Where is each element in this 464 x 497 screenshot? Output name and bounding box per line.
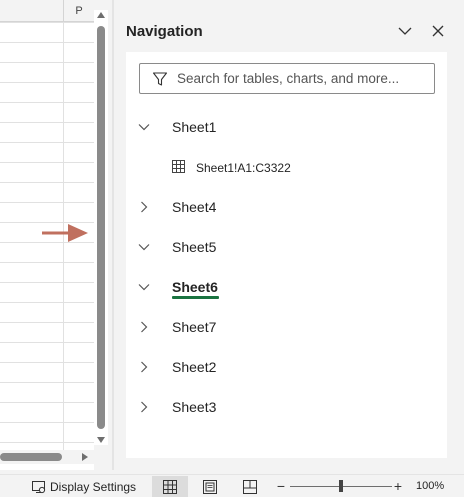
zoom-level[interactable]: 100% (416, 480, 444, 492)
close-pane-button[interactable] (429, 22, 447, 40)
zoom-in-button[interactable]: + (392, 478, 404, 494)
spreadsheet-grid[interactable]: P (0, 0, 94, 470)
grid-view-icon (163, 479, 177, 494)
nav-item-label: Sheet2 (172, 359, 217, 375)
page-break-view-button[interactable] (232, 476, 268, 497)
scroll-right-icon[interactable] (80, 452, 90, 462)
nav-item-sheet1[interactable]: Sheet1 (126, 107, 447, 147)
normal-view-button[interactable] (152, 476, 188, 497)
scroll-up-icon[interactable] (96, 10, 106, 20)
nav-item-sheet4[interactable]: Sheet4 (126, 187, 447, 227)
scroll-down-icon[interactable] (96, 435, 106, 445)
page-layout-icon (203, 479, 217, 494)
zoom-slider-thumb[interactable] (339, 480, 343, 492)
nav-item-sheet1-range[interactable]: Sheet1!A1:C3322 (126, 147, 447, 187)
nav-item-sheet6[interactable]: Sheet6 (126, 267, 447, 307)
navigation-pane: Navigation Sheet1 (114, 0, 464, 470)
column-header-p[interactable]: P (64, 5, 94, 17)
vertical-scroll-thumb[interactable] (97, 26, 105, 429)
nav-item-label: Sheet7 (172, 319, 217, 335)
filter-icon (152, 71, 168, 86)
nav-item-sheet5[interactable]: Sheet5 (126, 227, 447, 267)
navigation-tree: Sheet1 Sheet1!A1:C3322 Sheet4 Sheet5 She… (126, 107, 447, 427)
nav-item-label: Sheet1 (172, 119, 217, 135)
chevron-right-icon[interactable] (138, 361, 150, 373)
nav-item-sheet3[interactable]: Sheet3 (126, 387, 447, 427)
chevron-right-icon[interactable] (138, 321, 150, 333)
horizontal-scrollbar[interactable] (0, 450, 94, 464)
navigation-title: Navigation (126, 23, 203, 40)
navigation-search-input[interactable] (177, 64, 434, 93)
chevron-down-icon (398, 27, 412, 35)
zoom-out-button[interactable]: − (275, 478, 287, 494)
navigation-search-box[interactable] (139, 63, 435, 94)
status-bar: Display Settings − + 100% (0, 474, 464, 497)
page-break-icon (243, 479, 257, 494)
nav-subitem-label: Sheet1!A1:C3322 (196, 161, 291, 175)
vertical-scrollbar[interactable] (94, 10, 108, 445)
chevron-down-icon[interactable] (138, 281, 150, 293)
chevron-right-icon[interactable] (138, 401, 150, 413)
active-sheet-underline (172, 296, 219, 299)
chevron-down-icon[interactable] (138, 241, 150, 253)
chevron-right-icon[interactable] (138, 201, 150, 213)
close-icon (432, 25, 444, 37)
chevron-down-icon[interactable] (138, 121, 150, 133)
navigation-content: Sheet1 Sheet1!A1:C3322 Sheet4 (126, 52, 447, 458)
nav-item-label: Sheet5 (172, 239, 217, 255)
nav-item-label: Sheet3 (172, 399, 217, 415)
page-layout-view-button[interactable] (192, 476, 228, 497)
display-settings-label: Display Settings (50, 480, 137, 494)
display-settings-icon (32, 481, 46, 494)
table-icon (172, 160, 185, 173)
nav-item-sheet7[interactable]: Sheet7 (126, 307, 447, 347)
column-header-row: P (0, 0, 94, 22)
display-settings-button[interactable]: Display Settings (32, 478, 136, 496)
pane-options-button[interactable] (396, 22, 414, 40)
arrow-right-icon (42, 224, 88, 242)
nav-item-label: Sheet4 (172, 199, 217, 215)
horizontal-scroll-thumb[interactable] (0, 453, 62, 461)
nav-item-sheet2[interactable]: Sheet2 (126, 347, 447, 387)
nav-item-label: Sheet6 (172, 279, 218, 295)
